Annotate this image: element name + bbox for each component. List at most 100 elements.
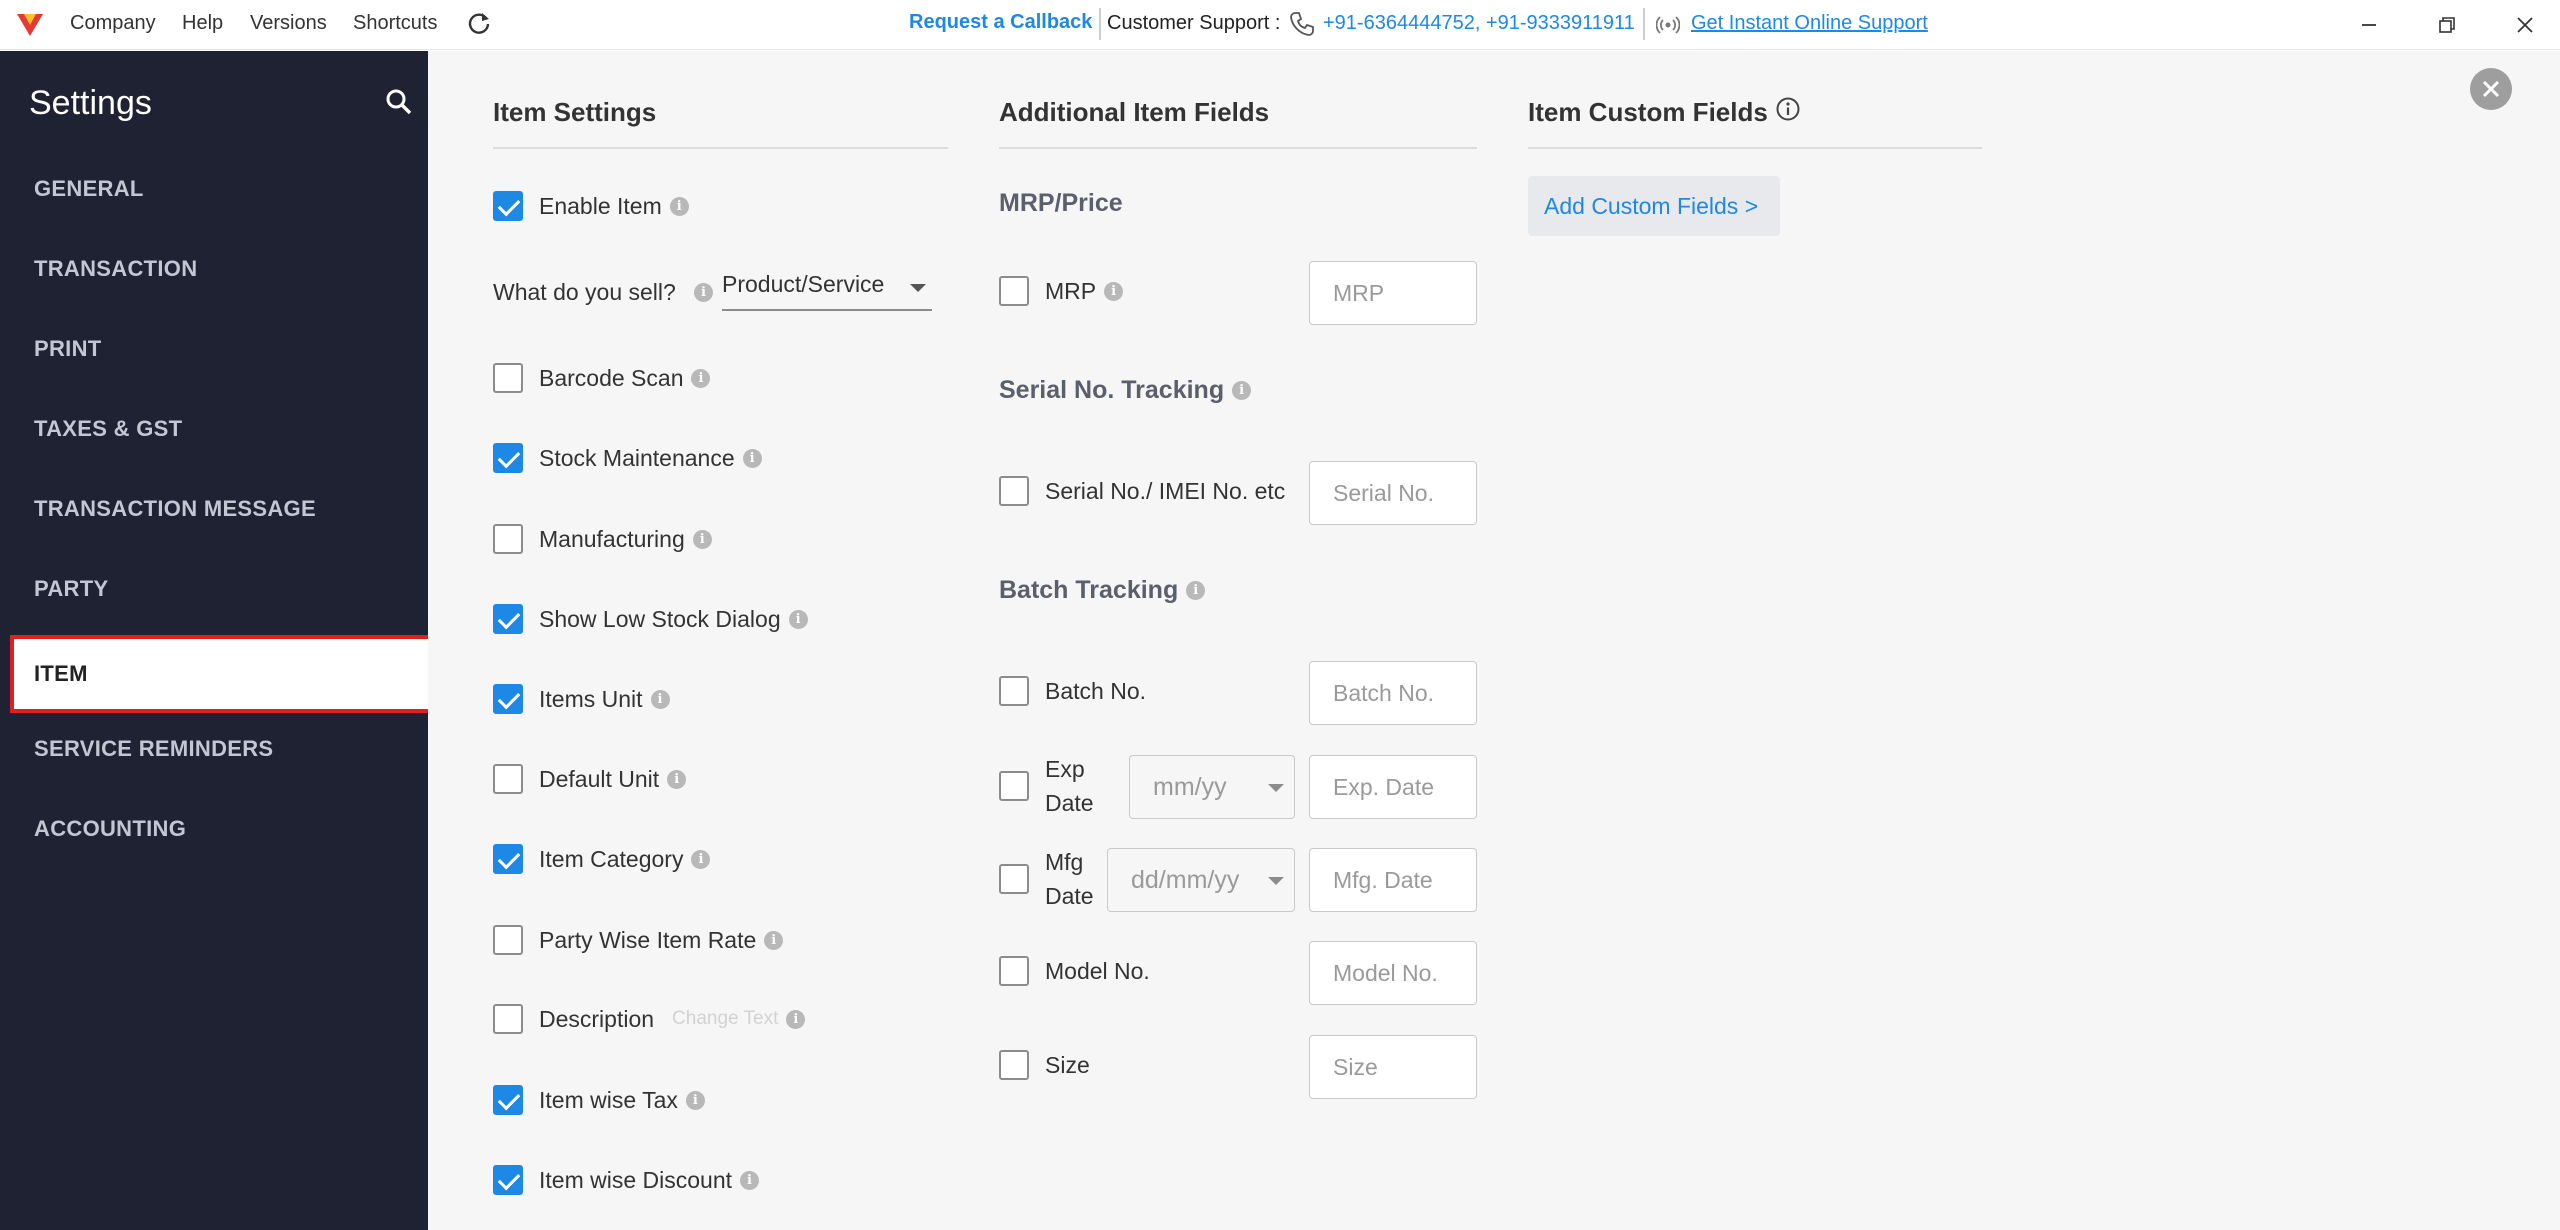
sidebar-item-print[interactable]: PRINT — [34, 336, 102, 362]
default-unit-checkbox[interactable] — [493, 764, 523, 794]
menu-company[interactable]: Company — [70, 12, 156, 35]
description-checkbox[interactable] — [493, 1004, 523, 1034]
restore-icon[interactable] — [2430, 8, 2464, 42]
size-input[interactable]: Size — [1309, 1035, 1477, 1099]
option-row[interactable]: Description Change Text i — [493, 1004, 806, 1034]
sidebar-item-transaction-message[interactable]: TRANSACTION MESSAGE — [34, 496, 316, 522]
serial-row[interactable]: Serial No./ IMEI No. etc — [999, 476, 1285, 506]
option-row[interactable]: Items Unit i — [493, 684, 670, 714]
sidebar-item-general[interactable]: GENERAL — [34, 176, 144, 202]
mrp-input[interactable]: MRP — [1309, 261, 1477, 325]
stock-maintenance-checkbox[interactable] — [493, 443, 523, 473]
batch-no-input[interactable]: Batch No. — [1309, 661, 1477, 725]
info-icon[interactable]: i — [685, 1090, 705, 1110]
support-phone-numbers[interactable]: +91-6364444752, +91-9333911911 — [1323, 12, 1635, 35]
model-no-input[interactable]: Model No. — [1309, 941, 1477, 1005]
option-row[interactable]: Item wise Discount i — [493, 1165, 760, 1195]
info-icon[interactable] — [1775, 96, 1801, 122]
exp-format-select[interactable]: mm/yy — [1129, 755, 1295, 819]
sidebar-item-item[interactable]: ITEM — [10, 635, 434, 713]
info-icon[interactable]: i — [650, 689, 670, 709]
mrp-row[interactable]: MRP i — [999, 276, 1124, 306]
info-icon[interactable]: i — [742, 448, 762, 468]
sidebar-item-party[interactable]: PARTY — [34, 576, 108, 602]
menu-shortcuts[interactable]: Shortcuts — [353, 12, 437, 35]
info-icon[interactable]: i — [786, 1009, 806, 1029]
minimize-icon[interactable] — [2352, 8, 2386, 42]
custom-fields-heading: Item Custom Fields — [1528, 97, 1768, 127]
enable-item-checkbox[interactable] — [493, 191, 523, 221]
option-row[interactable]: Item wise Tax i — [493, 1085, 705, 1115]
window-close-icon[interactable] — [2508, 8, 2542, 42]
option-label: Show Low Stock Dialog — [539, 605, 781, 632]
exp-date-label: Exp Date — [1045, 752, 1094, 820]
option-row[interactable]: Default Unit i — [493, 764, 687, 794]
barcode-scan-checkbox[interactable] — [493, 363, 523, 393]
broadcast-icon — [1656, 16, 1680, 34]
info-icon[interactable]: i — [669, 196, 689, 216]
info-icon[interactable]: i — [667, 769, 687, 789]
enable-item-row[interactable]: Enable Item i — [493, 191, 689, 221]
serial-heading: Serial No. Tracking i — [999, 376, 1252, 405]
batch-no-row[interactable]: Batch No. — [999, 676, 1146, 706]
request-callback-link[interactable]: Request a Callback — [909, 11, 1092, 34]
info-icon[interactable]: i — [764, 930, 784, 950]
sidebar-item-taxes-gst[interactable]: TAXES & GST — [34, 416, 182, 442]
size-label: Size — [1045, 1051, 1090, 1078]
low-stock-dialog-checkbox[interactable] — [493, 604, 523, 634]
batch-no-checkbox[interactable] — [999, 676, 1029, 706]
info-icon[interactable]: i — [691, 368, 711, 388]
mrp-checkbox[interactable] — [999, 276, 1029, 306]
model-no-row[interactable]: Model No. — [999, 956, 1150, 986]
option-row[interactable]: Party Wise Item Rate i — [493, 925, 784, 955]
manufacturing-checkbox[interactable] — [493, 524, 523, 554]
info-icon[interactable]: i — [740, 1170, 760, 1190]
sidebar-item-accounting[interactable]: ACCOUNTING — [34, 816, 186, 842]
info-icon[interactable]: i — [1232, 381, 1252, 400]
menu-versions[interactable]: Versions — [250, 12, 327, 35]
info-icon[interactable]: i — [1186, 581, 1206, 600]
customer-support-label: Customer Support : — [1107, 12, 1281, 34]
refresh-icon[interactable] — [465, 9, 493, 37]
item-wise-tax-checkbox[interactable] — [493, 1085, 523, 1115]
sidebar-item-service-reminders[interactable]: SERVICE REMINDERS — [34, 736, 273, 762]
mfg-date-row[interactable]: Mfg Date — [999, 845, 1094, 913]
option-row[interactable]: Stock Maintenance i — [493, 443, 762, 473]
info-icon[interactable]: i — [691, 849, 711, 869]
mfg-format-select[interactable]: dd/mm/yy — [1107, 848, 1295, 912]
sidebar-item-transaction[interactable]: TRANSACTION — [34, 256, 197, 282]
option-row[interactable]: Item Category i — [493, 844, 711, 874]
option-label: Default Unit — [539, 765, 660, 792]
add-custom-fields-button[interactable]: Add Custom Fields > — [1528, 176, 1780, 236]
option-row[interactable]: Barcode Scan i — [493, 363, 711, 393]
change-text-link[interactable]: Change Text — [672, 1008, 778, 1030]
what-sell-select[interactable]: Product/Service — [722, 267, 932, 311]
mfg-date-checkbox[interactable] — [999, 864, 1029, 894]
close-settings-button[interactable] — [2470, 68, 2512, 110]
size-checkbox[interactable] — [999, 1050, 1029, 1080]
menu-help[interactable]: Help — [182, 12, 223, 35]
exp-format-value: mm/yy — [1153, 773, 1227, 801]
info-icon[interactable]: i — [788, 609, 808, 629]
info-icon[interactable]: i — [692, 529, 712, 549]
search-icon[interactable] — [382, 85, 416, 119]
option-row[interactable]: Show Low Stock Dialog i — [493, 604, 808, 634]
info-icon[interactable]: i — [694, 283, 713, 302]
item-category-checkbox[interactable] — [493, 844, 523, 874]
size-row[interactable]: Size — [999, 1050, 1090, 1080]
exp-date-checkbox[interactable] — [999, 771, 1029, 801]
model-no-checkbox[interactable] — [999, 956, 1029, 986]
option-row[interactable]: Manufacturing i — [493, 524, 712, 554]
online-support-link[interactable]: Get Instant Online Support — [1691, 12, 1928, 35]
serial-input[interactable]: Serial No. — [1309, 461, 1477, 525]
sidebar-title: Settings — [29, 84, 152, 122]
exp-date-input[interactable]: Exp. Date — [1309, 755, 1477, 819]
item-wise-discount-checkbox[interactable] — [493, 1165, 523, 1195]
exp-date-row[interactable]: Exp Date — [999, 752, 1094, 820]
info-icon[interactable]: i — [1104, 281, 1124, 301]
items-unit-checkbox[interactable] — [493, 684, 523, 714]
mfg-date-input[interactable]: Mfg. Date — [1309, 848, 1477, 912]
close-icon — [2482, 80, 2500, 98]
serial-checkbox[interactable] — [999, 476, 1029, 506]
party-wise-rate-checkbox[interactable] — [493, 925, 523, 955]
